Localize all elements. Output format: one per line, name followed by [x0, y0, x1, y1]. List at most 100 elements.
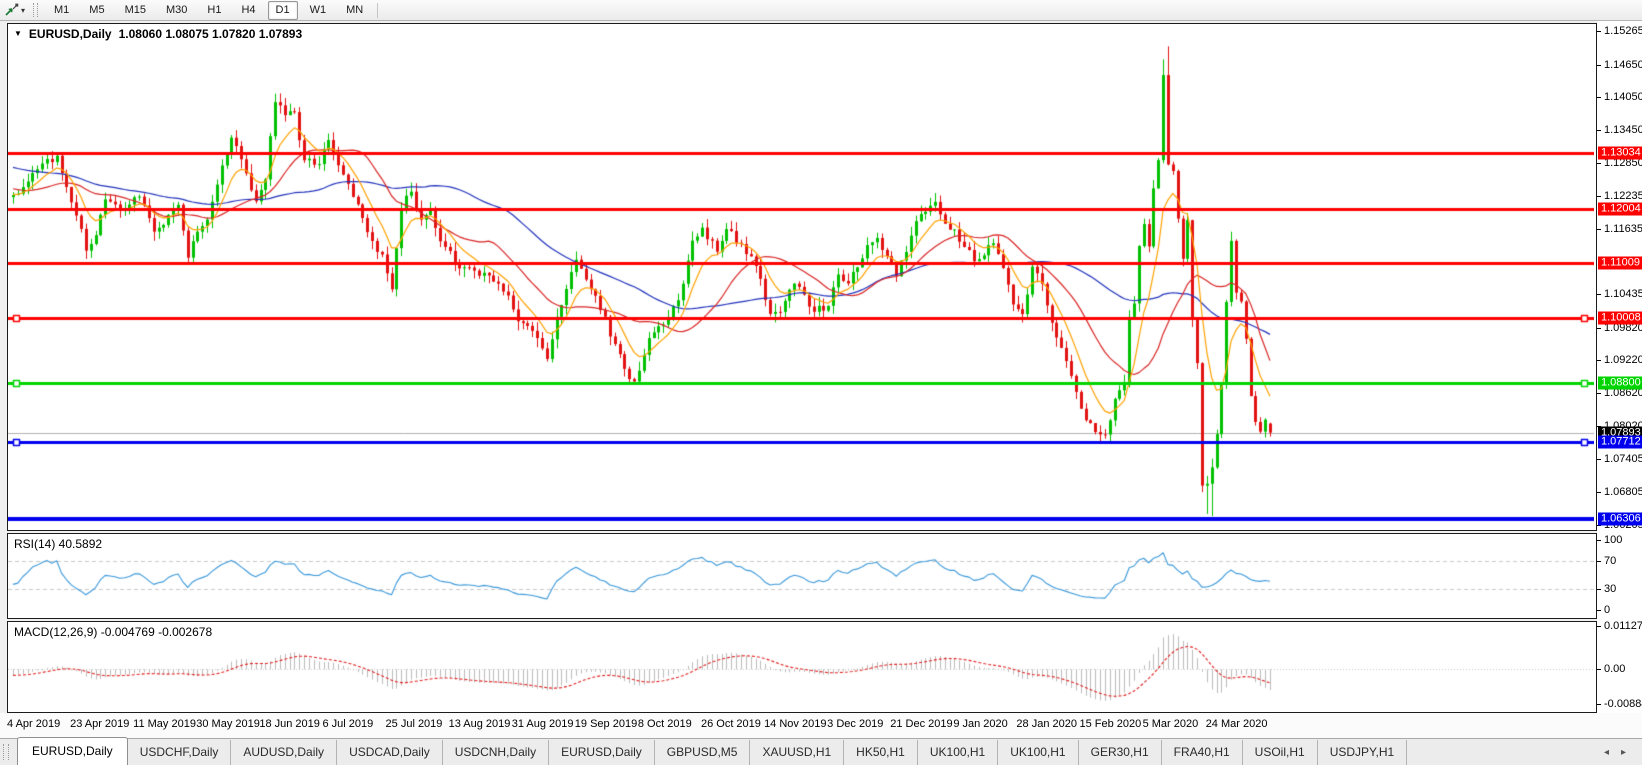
top-toolbar: ▾ M1 M5 M15 M30 H1 H4 D1 W1 MN — [0, 0, 1642, 21]
date-label: 26 Oct 2019 — [700, 718, 761, 730]
price-axis-tick: 1.14050 — [1604, 91, 1642, 104]
macd-indicator-panel: MACD(12,26,9) -0.004769 -0.002678 — [7, 621, 1597, 713]
price-line-flag: 1.13034 — [1598, 146, 1642, 160]
timeframe-button[interactable]: H4 — [233, 1, 263, 20]
date-label: 19 Sep 2019 — [574, 718, 638, 730]
timeframe-bar: M1 M5 M15 M30 H1 H4 D1 W1 MN — [46, 0, 371, 20]
chart-tab[interactable]: USDJPY,H1 — [1318, 739, 1408, 765]
chart-tab[interactable]: GER30,H1 — [1079, 739, 1162, 765]
price-axis-tick: -0.008845 — [1604, 697, 1642, 710]
rsi-canvas[interactable] — [8, 534, 1594, 616]
chart-tab[interactable]: AUDUSD,Daily — [231, 739, 338, 765]
date-label: 31 Aug 2019 — [511, 718, 574, 730]
chart-tab[interactable]: USDCAD,Daily — [337, 739, 443, 765]
chart-tab[interactable]: GBPUSD,M5 — [655, 739, 751, 765]
chart-tab[interactable]: USDCHF,Daily — [128, 739, 232, 765]
timeframe-button[interactable]: M30 — [158, 1, 195, 20]
price-line-flag: 1.10008 — [1598, 311, 1642, 324]
axis-tick-mark — [1597, 97, 1601, 99]
timeframe-button[interactable]: MN — [338, 1, 371, 20]
axis-tick-mark — [1597, 162, 1601, 164]
price-line-flag: 1.06306 — [1598, 512, 1642, 526]
price-chart-panel: ▼ EURUSD,Daily 1.08060 1.08075 1.07820 1… — [7, 23, 1597, 531]
timeframe-button[interactable]: W1 — [302, 1, 335, 20]
chart-tab[interactable]: XAUUSD,H1 — [750, 739, 845, 765]
price-axis-tick: 1.11635 — [1604, 222, 1642, 235]
macd-canvas[interactable] — [8, 622, 1594, 710]
axis-tick-mark — [1597, 130, 1601, 132]
rsi-label: RSI(14) 40.5892 — [14, 537, 103, 551]
timeframe-button[interactable]: D1 — [267, 0, 298, 20]
chart-ohlc-values: 1.08060 1.08075 1.07820 1.07893 — [118, 27, 303, 41]
chart-tab[interactable]: FRA40,H1 — [1162, 739, 1243, 765]
price-axis-tick: 1.15265 — [1604, 25, 1642, 38]
price-axis-tick: 1.07405 — [1604, 453, 1642, 466]
price-line-flag: 1.12004 — [1598, 202, 1642, 216]
timeframe-button[interactable]: M15 — [117, 1, 154, 20]
chart-tab[interactable]: EURUSD,Daily — [17, 737, 128, 765]
chart-tab[interactable]: HK50,H1 — [844, 739, 918, 765]
price-axis-tick: 0.00 — [1604, 663, 1626, 676]
chart-tab[interactable]: UK100,H1 — [918, 739, 999, 765]
price-line-flag: 1.07712 — [1598, 435, 1642, 449]
axis-tick-mark — [1597, 540, 1601, 541]
chart-tab[interactable]: USDCNH,Daily — [443, 739, 550, 765]
date-label: 28 Jan 2020 — [1016, 718, 1077, 730]
chart-tab[interactable]: EURUSD,Daily — [549, 739, 655, 765]
date-label: 18 Jun 2019 — [259, 718, 320, 730]
axis-tick-mark — [1597, 610, 1601, 611]
tab-scroll-left-icon[interactable]: ◂ — [1604, 747, 1609, 758]
date-label: 30 May 2019 — [196, 718, 260, 730]
chart-cursor-icon[interactable] — [2, 2, 20, 18]
tab-bar-grip[interactable] — [3, 744, 9, 760]
axis-tick-mark — [1597, 703, 1601, 705]
price-line-flag: 1.11009 — [1598, 256, 1642, 270]
macd-label: MACD(12,26,9) -0.004769 -0.002678 — [14, 625, 213, 639]
toolbar-separator — [377, 2, 379, 18]
axis-tick-mark — [1597, 491, 1601, 493]
date-label: 5 Mar 2020 — [1142, 718, 1199, 730]
chart-symbol-label: EURUSD,Daily — [28, 27, 112, 41]
axis-tick-mark — [1597, 561, 1601, 562]
toolbar-grip[interactable] — [33, 3, 39, 17]
price-chart-canvas[interactable] — [8, 24, 1594, 528]
chevron-down-icon[interactable]: ▾ — [21, 6, 25, 15]
time-axis: 4 Apr 2019 23 Apr 2019 11 May 2019 30 May 2… — [0, 713, 1642, 738]
price-axis: 1.15265 1.14650 1.14050 1.13450 1.12850 1.122… — [1597, 21, 1642, 713]
date-label: 9 Jan 2020 — [953, 718, 1008, 730]
axis-tick-mark — [1597, 327, 1601, 329]
axis-tick-mark — [1597, 625, 1601, 627]
price-axis-tick: 100 — [1604, 534, 1623, 546]
axis-tick-mark — [1597, 196, 1601, 198]
axis-tick-mark — [1597, 669, 1601, 671]
chart-tab[interactable]: UK100,H1 — [998, 739, 1079, 765]
date-label: 14 Nov 2019 — [764, 718, 827, 730]
chart-tab[interactable]: USOil,H1 — [1243, 739, 1318, 765]
chart-title: ▼ EURUSD,Daily 1.08060 1.08075 1.07820 1… — [14, 27, 302, 41]
timeframe-button[interactable]: M5 — [81, 1, 112, 20]
price-axis-tick: 0 — [1604, 604, 1611, 616]
date-label: 23 Apr 2019 — [70, 718, 130, 730]
timeframe-button[interactable]: M1 — [46, 1, 77, 20]
date-label: 25 Jul 2019 — [385, 718, 443, 730]
price-line-flag: 1.08800 — [1598, 376, 1642, 390]
price-axis-tick: 1.10435 — [1604, 288, 1642, 301]
price-axis-tick: 1.13450 — [1604, 124, 1642, 137]
axis-tick-mark — [1597, 228, 1601, 230]
axis-tick-mark — [1597, 459, 1601, 461]
timeframe-button[interactable]: H1 — [199, 1, 229, 20]
axis-tick-mark — [1597, 294, 1601, 296]
date-label: 13 Aug 2019 — [448, 718, 511, 730]
axis-tick-mark — [1597, 360, 1601, 362]
axis-tick-mark — [1597, 64, 1601, 66]
date-label: 8 Oct 2019 — [637, 718, 692, 730]
tab-scroll-right-icon[interactable]: ▸ — [1621, 747, 1626, 758]
price-axis-tick: 70 — [1604, 555, 1617, 567]
price-axis-tick: 1.12235 — [1604, 190, 1642, 203]
collapse-triangle-icon[interactable]: ▼ — [14, 28, 22, 40]
axis-tick-mark — [1597, 31, 1601, 33]
price-axis-tick: 1.09220 — [1604, 354, 1642, 367]
date-label: 11 May 2019 — [133, 718, 196, 730]
mt4-window: { "toolbar": { "caret": "▾", "timeframes… — [0, 0, 1642, 765]
date-label: 21 Dec 2019 — [890, 718, 953, 730]
